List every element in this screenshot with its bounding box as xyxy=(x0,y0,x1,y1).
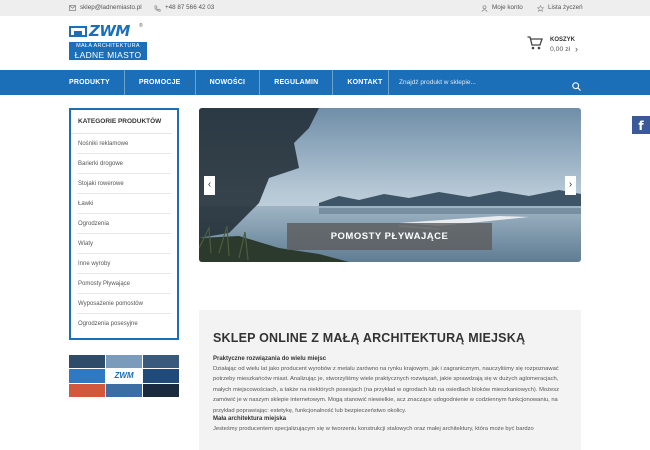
nav-promocje[interactable]: PROMOCJE xyxy=(125,70,196,95)
main-nav: PRODUKTY PROMOCJE NOWOŚCI REGULAMIN KONT… xyxy=(0,70,650,95)
promo-logo: ZWM xyxy=(106,369,142,383)
about-section: SKLEP ONLINE Z MAŁĄ ARCHITEKTURĄ MIEJSKĄ… xyxy=(199,310,581,450)
categories-title: KATEGORIE PRODUKTÓW xyxy=(71,110,172,134)
wishlist-link[interactable]: Lista życzeń xyxy=(536,4,583,12)
search-box xyxy=(388,70,581,95)
site-logo[interactable]: ZWM ® MAŁA ARCHITEKTURA ŁADNE MIASTO xyxy=(69,23,149,63)
category-item[interactable]: Inne wyroby xyxy=(77,254,171,274)
logo-frame-icon xyxy=(69,26,87,37)
category-item[interactable]: Wyposażenie pomostów xyxy=(77,294,171,314)
search-icon[interactable] xyxy=(572,78,581,91)
search-input[interactable] xyxy=(399,76,559,89)
logo-registered: ® xyxy=(139,23,143,29)
logo-mark: ZWM xyxy=(69,23,130,40)
phone-icon xyxy=(154,4,161,11)
promo-tile xyxy=(69,355,105,369)
promo-tile xyxy=(143,369,179,383)
user-icon xyxy=(481,4,488,12)
nav-produkty[interactable]: PRODUKTY xyxy=(69,70,125,95)
account-link[interactable]: Moje konto xyxy=(481,4,523,12)
cart-widget[interactable]: KOSZYK 0,00 zł › xyxy=(527,36,578,54)
promo-tile xyxy=(69,383,105,397)
phone-text: +48 87 566 42 03 xyxy=(165,4,215,11)
subheading-2: Mała architektura miejska xyxy=(213,416,287,423)
facebook-icon[interactable]: f xyxy=(632,116,650,134)
category-item[interactable]: Pomosty Pływające xyxy=(77,274,171,294)
promo-tile xyxy=(143,383,179,397)
hero-slider[interactable]: ‹ › POMOSTY PŁYWAJĄCE xyxy=(199,108,581,262)
paragraph-1: Działając od wielu lat jako producent wy… xyxy=(213,366,560,414)
star-icon xyxy=(536,4,545,12)
slider-prev-button[interactable]: ‹ xyxy=(204,176,215,195)
nav-nowosci[interactable]: NOWOŚCI xyxy=(196,70,261,95)
category-item[interactable]: Barierki drogowe xyxy=(77,154,171,174)
cart-value: 0,00 zł xyxy=(550,46,571,53)
category-item[interactable]: Ogrodzenia xyxy=(77,214,171,234)
nav-regulamin[interactable]: REGULAMIN xyxy=(260,70,334,95)
email-link[interactable]: sklep@ladnemiasto.pl xyxy=(69,4,142,11)
cart-label: KOSZYK xyxy=(550,37,576,43)
wishlist-text: Lista życzeń xyxy=(548,4,583,11)
logo-zwm-text: ZWM xyxy=(89,22,130,40)
promo-tile xyxy=(143,355,179,369)
site-header: ZWM ® MAŁA ARCHITEKTURA ŁADNE MIASTO KOS… xyxy=(0,16,650,70)
category-item[interactable]: Ogrodzenia posesyjne xyxy=(77,314,171,334)
category-item[interactable]: Wiaty xyxy=(77,234,171,254)
categories-panel: KATEGORIE PRODUKTÓW Nośniki reklamowe Ba… xyxy=(69,108,179,340)
account-text: Moje konto xyxy=(492,4,523,11)
category-item[interactable]: Stojaki rowerowe xyxy=(77,174,171,194)
logo-tagline-1: MAŁA ARCHITEKTURA xyxy=(69,42,147,50)
phone-link[interactable]: +48 87 566 42 03 xyxy=(154,4,214,11)
top-bar: sklep@ladnemiasto.pl +48 87 566 42 03 Mo… xyxy=(0,0,650,16)
promo-tile xyxy=(106,355,142,369)
slider-next-button[interactable]: › xyxy=(565,176,576,195)
category-item[interactable]: Ławki xyxy=(77,194,171,214)
logo-tagline-2: ŁADNE MIASTO xyxy=(69,50,147,60)
promo-tile xyxy=(106,383,142,397)
slider-caption[interactable]: POMOSTY PŁYWAJĄCE xyxy=(287,223,492,250)
email-text: sklep@ladnemiasto.pl xyxy=(80,4,142,11)
cart-icon xyxy=(527,36,543,50)
promo-tile xyxy=(69,369,105,383)
envelope-icon xyxy=(69,4,76,11)
section-heading: SKLEP ONLINE Z MAŁĄ ARCHITEKTURĄ MIEJSKĄ xyxy=(213,331,526,345)
subheading-1: Praktyczne rozwiązania do wielu miejsc xyxy=(213,356,327,362)
paragraph-2: Jesteśmy producentem specjalizującym się… xyxy=(213,426,534,433)
chevron-right-icon: › xyxy=(575,44,578,54)
category-item[interactable]: Nośniki reklamowe xyxy=(77,134,171,154)
categories-list: Nośniki reklamowe Barierki drogowe Stoja… xyxy=(71,134,177,334)
promo-banner[interactable]: ZWM xyxy=(69,355,179,397)
